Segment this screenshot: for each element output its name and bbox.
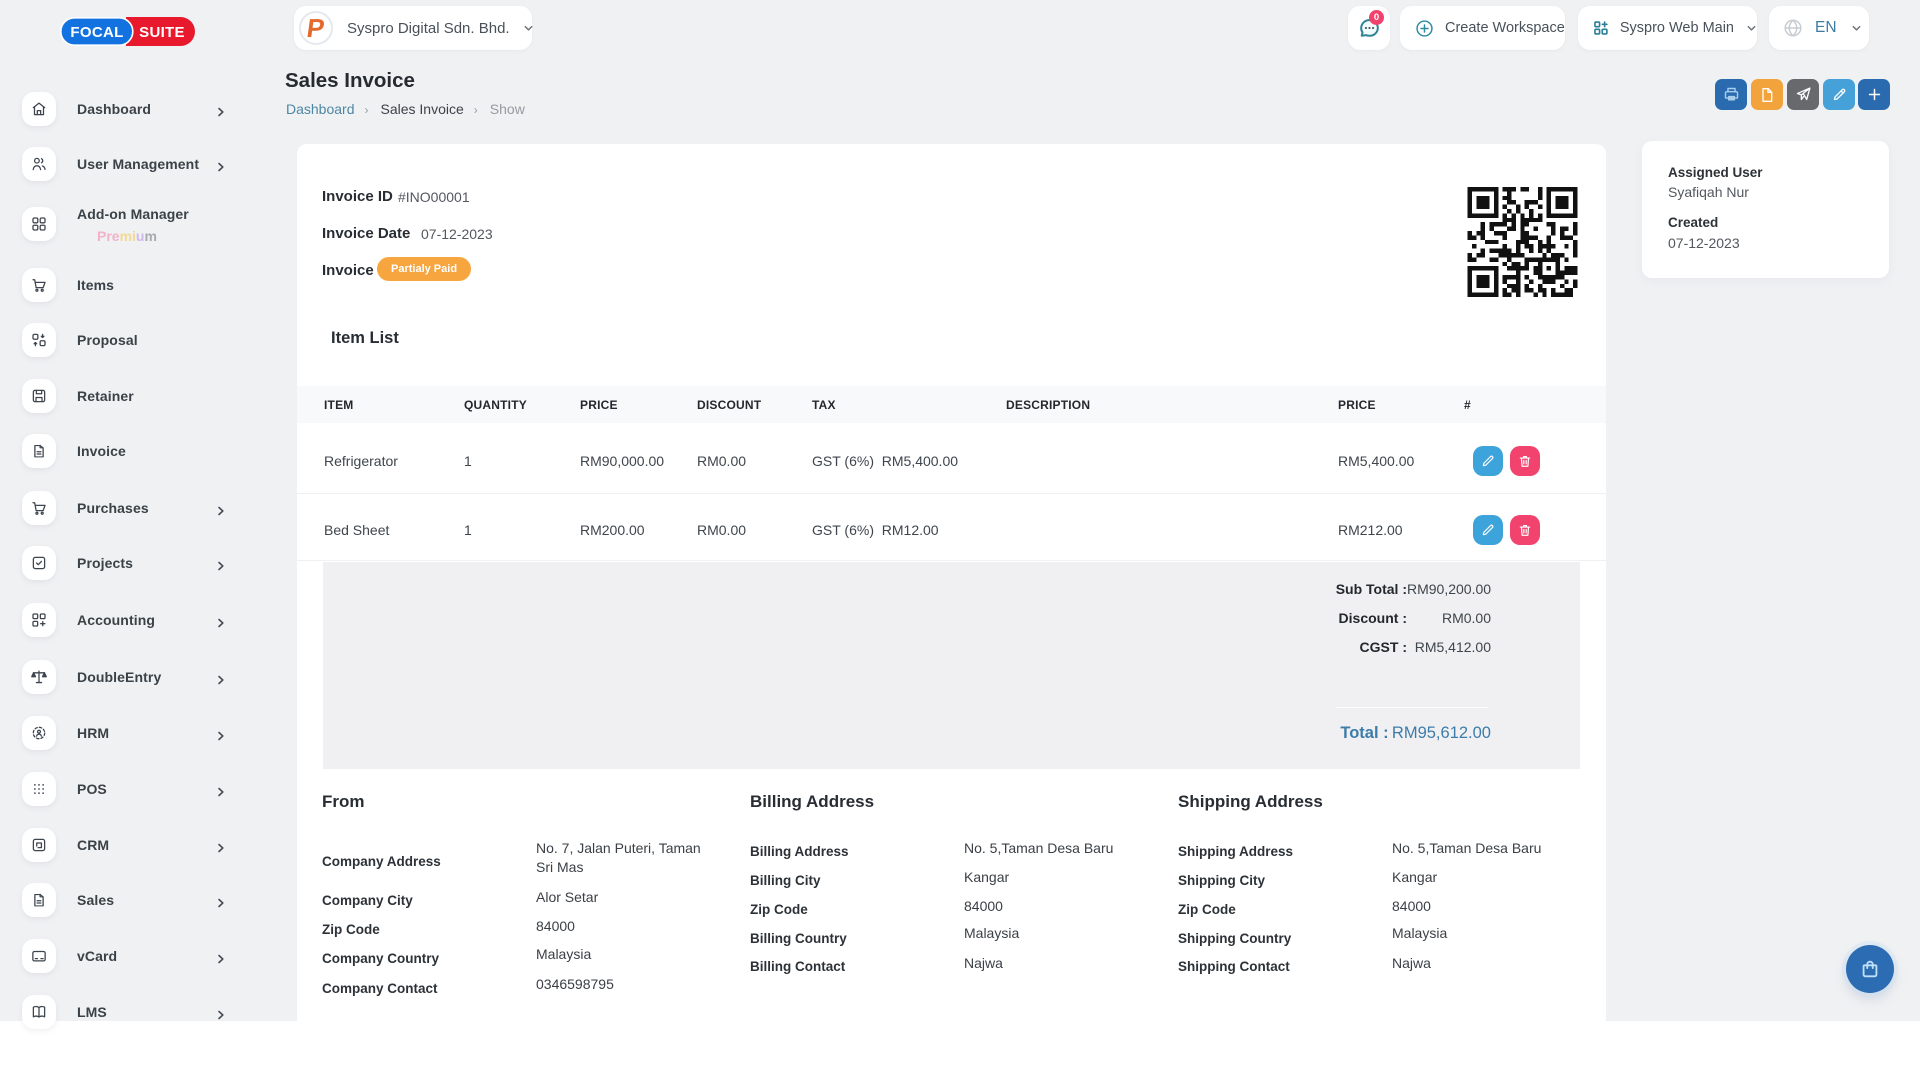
- svg-text:SUITE: SUITE: [139, 24, 185, 41]
- svg-text:FOCAL: FOCAL: [70, 24, 123, 41]
